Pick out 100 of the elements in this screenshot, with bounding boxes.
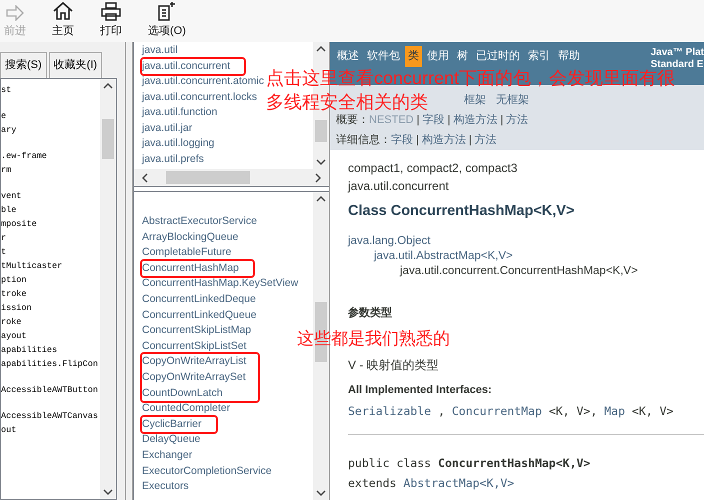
index-entry[interactable]: troke (1, 287, 27, 301)
nav-link[interactable]: 字段 (422, 112, 444, 128)
class-link[interactable]: ConcurrentLinkedQueue (142, 308, 256, 324)
class-link[interactable]: ConcurrentHashMap (142, 260, 253, 276)
nav-tab[interactable]: 树 (454, 46, 471, 67)
index-entry[interactable]: rm (1, 163, 12, 177)
index-entry[interactable]: ble (1, 203, 16, 217)
nav-tab[interactable]: 索引 (525, 46, 553, 67)
nav-tab[interactable]: 概述 (334, 46, 362, 67)
package-link[interactable]: java.util.jar (142, 120, 192, 136)
class-link[interactable]: ExecutorCompletionService (142, 464, 272, 480)
package-link[interactable]: java.util.concurrent.atomic (142, 74, 264, 90)
scroll-up-icon[interactable] (103, 83, 113, 89)
index-entry[interactable]: ption (1, 273, 27, 287)
parameter-text: V - 映射值的类型 (348, 356, 440, 374)
separator: | (416, 132, 419, 148)
nav-tab[interactable]: 已过时的 (473, 46, 523, 67)
extends-line: extends AbstractMap<K,V> (348, 474, 516, 492)
class-link[interactable]: Exchanger (142, 448, 192, 464)
interface-link[interactable]: Map <K, V> (604, 403, 674, 420)
index-entry[interactable]: tMulticaster (1, 259, 62, 273)
index-entry[interactable]: apabilities (1, 343, 58, 357)
toolbar-button[interactable]: 主页 (50, 0, 76, 39)
package-link[interactable]: java.util.function (142, 105, 218, 120)
class-link[interactable]: CopyOnWriteArraySet (142, 370, 246, 386)
class-link[interactable]: CopyOnWriteArrayList (142, 354, 246, 370)
nav-link[interactable]: 构造方法 (453, 112, 498, 128)
class-link[interactable]: CountedCompleter (142, 401, 230, 417)
nav-link[interactable]: 无框架 (496, 92, 529, 108)
interface-link[interactable]: ConcurrentMap <K, V>, (452, 403, 604, 420)
section-heading: 参数类型 (348, 306, 393, 321)
separator: | (468, 132, 472, 148)
toolbar-button[interactable]: 选项(O) (146, 0, 188, 39)
nav-text: NESTED (369, 113, 414, 128)
index-entry[interactable]: roke (1, 315, 22, 329)
index-entry[interactable]: AccessibleAWTCanvas (1, 409, 98, 423)
class-link[interactable]: ConcurrentSkipListSet (142, 338, 246, 354)
profiles-text: compact1, compact2, compact3 (348, 160, 518, 176)
package-link[interactable]: java.util.prefs (142, 152, 204, 167)
declaration-line: public class ConcurrentHashMap<K,V> (348, 455, 592, 472)
scroll-left-icon[interactable] (142, 172, 148, 182)
class-link[interactable]: CyclicBarrier (142, 416, 216, 432)
header-title: Standard E (650, 59, 704, 70)
index-entry[interactable]: mposite (1, 217, 37, 231)
index-entry[interactable]: e (1, 109, 6, 123)
tab[interactable]: 搜索(S) (0, 52, 47, 78)
class-link[interactable]: CountDownLatch (142, 386, 246, 402)
package-link[interactable]: java.util (142, 43, 178, 58)
hierarchy-entry[interactable]: java.lang.Object (348, 234, 430, 249)
index-entry[interactable]: AccessibleAWTButton (1, 383, 98, 397)
nav-link[interactable]: 方法 (474, 132, 497, 148)
hierarchy-entry[interactable]: java.util.AbstractMap<K,V> (374, 249, 513, 264)
index-entry[interactable]: vent (1, 189, 22, 203)
scroll-up-icon[interactable] (316, 196, 326, 202)
nav-tab[interactable]: 帮助 (555, 46, 583, 67)
nav-tab[interactable]: 使用 (424, 46, 452, 67)
class-link[interactable]: CompletableFuture (142, 245, 232, 261)
index-entry[interactable]: .ew-frame (1, 149, 47, 163)
class-link[interactable]: ConcurrentLinkedDeque (142, 292, 256, 308)
nav-link[interactable]: 字段 (391, 132, 413, 148)
index-entry[interactable]: ission (1, 301, 32, 315)
scroll-up-icon[interactable] (316, 46, 326, 52)
scroll-right-icon[interactable] (315, 172, 321, 182)
index-entry[interactable]: out (1, 423, 16, 437)
class-link[interactable]: ConcurrentHashMap.KeySetView (142, 276, 298, 292)
nav-link[interactable]: 框架 (464, 92, 486, 108)
vertical-scrollbar[interactable] (100, 79, 116, 499)
package-link[interactable]: java.util.logging (142, 136, 214, 152)
scroll-down-icon[interactable] (316, 490, 326, 496)
package-name: java.util.concurrent (348, 178, 450, 194)
scroll-down-icon[interactable] (103, 489, 113, 495)
index-entry[interactable]: t (1, 245, 6, 259)
tab[interactable]: 收藏夹(I) (48, 52, 102, 78)
class-link[interactable]: ArrayBlockingQueue (142, 230, 238, 246)
horizontal-scrollbar[interactable] (134, 169, 329, 186)
nav-tab[interactable]: 软件包 (364, 46, 403, 67)
splitter[interactable] (125, 42, 133, 500)
nav-link[interactable]: 构造方法 (422, 132, 466, 148)
scroll-down-icon[interactable] (316, 159, 326, 165)
index-entry[interactable]: ary (1, 123, 16, 137)
index-entry[interactable]: ayout (1, 329, 27, 343)
nav-link[interactable]: 方法 (506, 112, 528, 128)
class-link[interactable]: ConcurrentSkipListMap (142, 323, 252, 339)
class-link[interactable]: AbstractExecutorService (142, 214, 257, 230)
scrollbar-thumb[interactable] (166, 171, 250, 184)
options-icon (156, 0, 178, 20)
package-link[interactable]: java.util.concurrent (142, 58, 244, 74)
toolbar-button[interactable]: 打印 (98, 0, 124, 39)
annotation-text: 这些都是我们熟悉的 (297, 328, 450, 350)
class-link[interactable]: DelayQueue (142, 432, 200, 448)
scrollbar-thumb[interactable] (315, 120, 327, 142)
scrollbar-thumb[interactable] (102, 119, 114, 159)
nav-tab[interactable]: 类 (405, 46, 422, 67)
class-link[interactable]: Executors (142, 479, 189, 495)
summary-label: 详细信息： (336, 132, 391, 148)
index-entry[interactable]: st (1, 83, 12, 97)
index-entry[interactable]: apabilities.FlipCon (1, 357, 98, 371)
index-entry[interactable]: r (1, 231, 6, 245)
package-link[interactable]: java.util.concurrent.locks (142, 90, 257, 105)
interface-link[interactable]: Serializable , (348, 403, 452, 420)
